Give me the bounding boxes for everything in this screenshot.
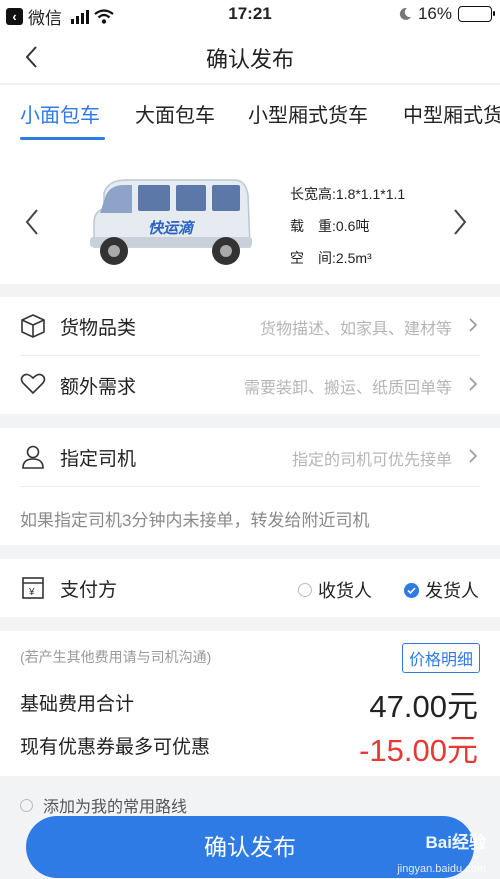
chevron-right-icon bbox=[469, 318, 478, 332]
radio-unchecked-icon bbox=[20, 798, 33, 812]
payment-icon: ¥ bbox=[22, 577, 44, 599]
payer-sender-option[interactable]: 发货人 bbox=[404, 577, 479, 603]
spec-space: 空 间:2.5m³ bbox=[290, 250, 372, 266]
spec-load: 载 重:0.6吨 bbox=[290, 218, 370, 234]
assign-driver-hint: 指定的司机可优先接单 bbox=[291, 452, 452, 469]
cargo-category-label: 货物品类 bbox=[60, 318, 137, 339]
active-tab-indicator bbox=[20, 137, 105, 140]
chevron-right-icon bbox=[469, 449, 478, 463]
box-icon bbox=[21, 314, 45, 338]
radio-unchecked-icon bbox=[298, 583, 312, 597]
nav-bar: 确认发布 bbox=[0, 30, 500, 84]
battery-percent: 16% bbox=[417, 4, 452, 23]
fee-card: (若产生其他费用请与司机沟通) 价格明细 基础费用合计 47.00元 现有优惠券… bbox=[0, 631, 500, 776]
coupon-label: 现有优惠券最多可优惠 bbox=[20, 737, 211, 758]
extra-needs-hint: 需要装卸、搬运、纸质回单等 bbox=[243, 380, 452, 397]
tab-medium-box-truck[interactable]: 中型厢式货车 bbox=[403, 99, 500, 128]
driver-note: 如果指定司机3分钟内未接单，转发给附近司机 bbox=[20, 511, 370, 530]
cargo-card: 货物品类 货物描述、如家具、建材等 额外需求 需要装卸、搬运、纸质回单等 bbox=[0, 297, 500, 414]
page-title: 确认发布 bbox=[205, 47, 294, 72]
driver-icon bbox=[22, 445, 44, 469]
driver-card: 指定司机 指定的司机可优先接单 如果指定司机3分钟内未接单，转发给附近司机 bbox=[0, 428, 500, 545]
cargo-category-hint: 货物描述、如家具、建材等 bbox=[259, 321, 452, 338]
coupon-value: -15.00元 bbox=[359, 733, 478, 768]
moon-icon bbox=[399, 7, 411, 20]
extra-needs-row[interactable]: 额外需求 需要装卸、搬运、纸质回单等 bbox=[20, 356, 480, 414]
vehicle-specs: 长宽高:1.8*1.1*1.1 载 重:0.6吨 空 间:2.5m³ bbox=[290, 178, 405, 274]
baidu-watermark-url: jingyan.baidu.com bbox=[397, 863, 486, 875]
svg-text:¥: ¥ bbox=[28, 587, 35, 598]
payment-card: ¥ 支付方 收货人 发货人 bbox=[0, 559, 500, 617]
baidu-watermark: Bai经验 bbox=[425, 833, 486, 852]
prev-vehicle-icon[interactable] bbox=[22, 207, 42, 237]
payer-receiver-option[interactable]: 收货人 bbox=[298, 577, 372, 603]
base-fee-value: 47.00元 bbox=[369, 689, 478, 724]
assign-driver-row[interactable]: 指定司机 指定的司机可优先接单 bbox=[20, 428, 480, 486]
van-brand-text: 快运滴 bbox=[148, 219, 196, 237]
divider bbox=[20, 486, 480, 487]
next-vehicle-icon[interactable] bbox=[450, 207, 470, 237]
chevron-right-icon bbox=[469, 377, 478, 391]
heart-icon bbox=[20, 373, 46, 395]
payer-receiver-label: 收货人 bbox=[318, 581, 372, 601]
battery-icon bbox=[458, 6, 495, 22]
vehicle-panel: 快运滴 长宽高:1.8*1.1*1.1 载 重:0.6吨 空 间:2.5m³ bbox=[0, 141, 500, 284]
assign-driver-label: 指定司机 bbox=[60, 449, 137, 470]
status-bar: ‹ 微信 17:21 16% bbox=[0, 0, 500, 30]
van-illustration: 快运滴 bbox=[90, 179, 252, 265]
common-route-option[interactable]: 添加为我的常用路线 bbox=[20, 793, 187, 817]
radio-checked-icon bbox=[404, 582, 419, 598]
extra-needs-label: 额外需求 bbox=[60, 377, 137, 398]
payer-sender-label: 发货人 bbox=[425, 581, 479, 601]
base-fee-label: 基础费用合计 bbox=[20, 694, 135, 715]
spec-dimensions: 长宽高:1.8*1.1*1.1 bbox=[290, 186, 406, 202]
status-right: 16% bbox=[398, 4, 495, 24]
fee-note: (若产生其他费用请与司机沟通) bbox=[20, 649, 212, 665]
vehicle-type-tabs: 小面包车 大面包车 小型厢式货车 中型厢式货车 bbox=[0, 85, 500, 141]
payment-label: 支付方 bbox=[60, 580, 118, 601]
common-route-label: 添加为我的常用路线 bbox=[43, 799, 188, 816]
tab-small-van[interactable]: 小面包车 bbox=[20, 99, 100, 128]
payment-row: ¥ 支付方 收货人 发货人 bbox=[20, 559, 480, 617]
tab-small-box-truck[interactable]: 小型厢式货车 bbox=[248, 99, 368, 128]
cargo-category-row[interactable]: 货物品类 货物描述、如家具、建材等 bbox=[20, 297, 480, 355]
price-detail-button[interactable]: 价格明细 bbox=[401, 643, 480, 673]
tab-large-van[interactable]: 大面包车 bbox=[135, 99, 215, 128]
